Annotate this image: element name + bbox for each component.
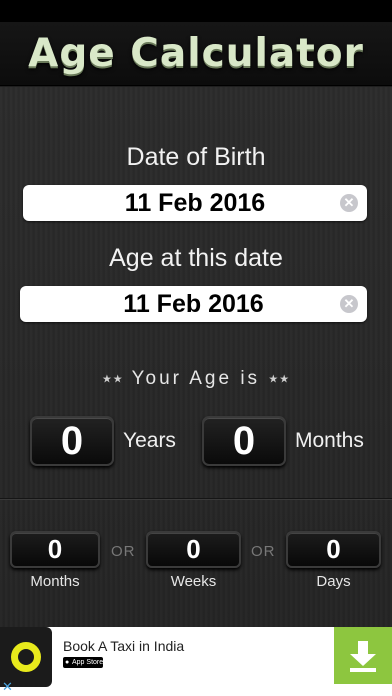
total-days-display: 0 [286,531,381,568]
months-label: Months [295,429,364,452]
app-store-badge[interactable]: ● App Store [63,657,103,668]
ad-logo-ring [11,642,41,672]
age-at-date-label: Age at this date [109,244,283,272]
date-of-birth-value: 11 Feb 2016 [124,188,266,217]
clear-icon[interactable]: ✕ [340,194,358,212]
app-store-icon: ● [65,659,70,666]
total-months-display: 0 [10,531,100,568]
your-age-heading: ★★ Your Age is ★★ [0,368,392,390]
star-icon: ★★ [101,373,124,386]
status-bar [0,0,392,22]
or-label: OR [111,543,136,560]
date-of-birth-label: Date of Birth [126,143,266,171]
section-divider [0,498,392,500]
ad-close-icon[interactable]: ✕ [2,680,16,694]
years-display: 0 [30,416,114,466]
ad-banner[interactable]: Book A Taxi in India ● App Store ✕ [0,627,392,696]
clear-icon[interactable]: ✕ [340,295,358,313]
your-age-heading-text: Your Age is [131,368,261,389]
months-display: 0 [202,416,286,466]
or-label: OR [251,543,276,560]
years-label: Years [123,429,176,452]
total-weeks-label: Weeks [170,573,217,590]
age-at-date-value: 11 Feb 2016 [123,289,264,318]
age-at-date-field[interactable]: 11 Feb 2016 ✕ [20,286,367,322]
total-days-label: Days [316,573,351,590]
ad-logo [0,627,52,687]
ad-text: Book A Taxi in India [63,638,185,654]
app-store-badge-label: App Store [72,659,104,666]
star-icon: ★★ [268,373,291,386]
total-weeks-display: 0 [146,531,241,568]
download-button[interactable] [334,627,392,684]
date-of-birth-field[interactable]: 11 Feb 2016 ✕ [23,185,367,221]
total-months-label: Months [30,573,80,590]
app-title: Age Calculator [28,31,364,76]
app-header: Age Calculator [0,22,392,86]
download-icon [350,640,376,672]
